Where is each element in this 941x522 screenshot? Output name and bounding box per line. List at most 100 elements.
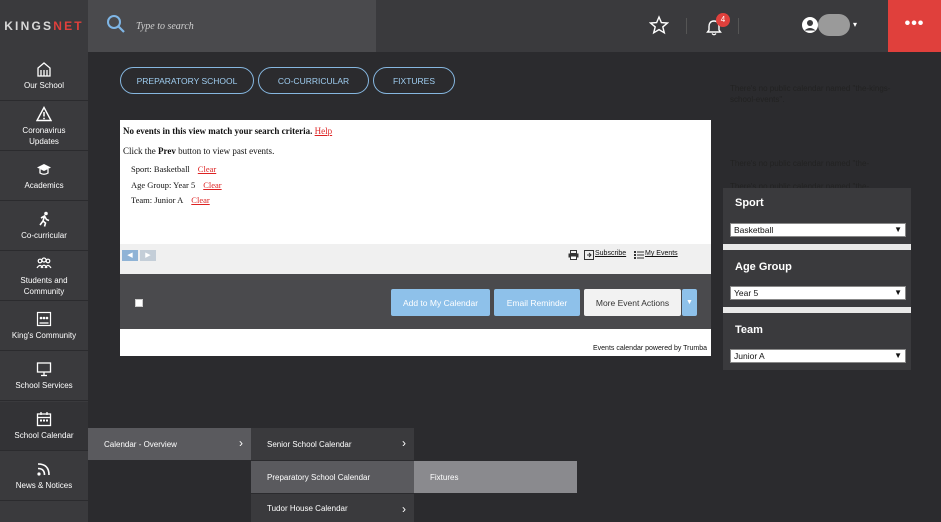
filter-text: Team: Junior A [131, 195, 184, 205]
menu-label: Calendar - Overview [104, 439, 177, 449]
chevron-right-icon: › [402, 436, 406, 450]
subscribe-icon[interactable] [584, 250, 594, 260]
prev-hint-part1: Click the [123, 146, 156, 156]
my-events-link[interactable]: My Events [645, 250, 678, 257]
print-icon[interactable] [568, 250, 579, 260]
menu-tudor-house-calendar[interactable]: Tudor House Calendar › [251, 494, 414, 522]
no-events-message: No events in this view match your search… [123, 126, 332, 136]
logo-accent-text: NET [53, 19, 84, 33]
active-filter-age-group: Age Group: Year 5 Clear [131, 180, 222, 190]
logo-main-text: KINGS [4, 19, 54, 33]
select-all-checkbox[interactable] [135, 299, 143, 307]
sidebar-item-label: News & Notices [15, 481, 73, 490]
event-action-bar: Add to My Calendar Email Reminder More E… [120, 274, 711, 329]
notifications-button[interactable]: 4 [704, 13, 730, 39]
search-box [88, 0, 376, 52]
chevron-down-icon: ▼ [894, 351, 902, 360]
clear-sport-link[interactable]: Clear [198, 164, 216, 174]
prev-hint: Click the Prev button to view past event… [123, 146, 274, 156]
tab-fixtures[interactable]: FIXTURES [373, 67, 455, 94]
calendar-missing-message-partial: There's no public calendar named "the- [730, 159, 870, 168]
menu-label: Preparatory School Calendar [267, 472, 371, 482]
subscribe-link[interactable]: Subscribe [595, 250, 626, 257]
sidebar-item-label: Students and Community [20, 275, 68, 296]
active-filter-team: Team: Junior A Clear [131, 195, 210, 205]
menu-senior-school-calendar[interactable]: Senior School Calendar › [251, 428, 414, 460]
kingsnet-logo[interactable]: KINGS NET [0, 0, 88, 52]
top-bar: KINGSNET 4 ▾ ••• [0, 0, 941, 52]
calendar-icon [36, 412, 52, 427]
school-icon [37, 62, 51, 77]
menu-label: Senior School Calendar [267, 439, 352, 449]
filter-panel: Sport Basketball ▼ Age Group Year 5 ▼ Te… [723, 188, 911, 370]
menu-calendar-overview[interactable]: Calendar - Overview › [88, 428, 251, 460]
toolbar-divider [686, 18, 687, 34]
sidebar-item-co-curricular[interactable]: Co-curricular [0, 202, 88, 251]
sidebar-item-news-notices[interactable]: News & Notices [0, 452, 88, 501]
more-menu-button[interactable]: ••• [888, 0, 941, 52]
next-arrow-button[interactable]: ▶ [140, 250, 156, 261]
warning-icon [36, 105, 52, 121]
menu-fixtures[interactable]: Fixtures [414, 461, 577, 493]
graduation-cap-icon [37, 164, 51, 175]
panel-divider [723, 244, 911, 250]
clear-age-group-link[interactable]: Clear [203, 180, 221, 190]
sidebar-item-label: School Calendar [14, 431, 74, 440]
star-icon[interactable] [649, 15, 669, 35]
notification-badge: 4 [716, 13, 730, 27]
active-filter-sport: Sport: Basketball Clear [131, 164, 216, 174]
sidebar: Our School Coronavirus Updates Academics… [0, 52, 88, 522]
sidebar-item-label: Our School [23, 81, 65, 90]
filter-text: Age Group: Year 5 [131, 180, 196, 190]
team-label: Team [735, 324, 763, 336]
panel-divider [723, 307, 911, 313]
email-reminder-button[interactable]: Email Reminder [494, 289, 580, 316]
tab-co-curricular[interactable]: CO-CURRICULAR [258, 67, 369, 94]
sidebar-item-label: School Services [15, 381, 73, 390]
menu-preparatory-school-calendar[interactable]: Preparatory School Calendar [251, 461, 414, 493]
chevron-down-icon[interactable]: ▾ [853, 20, 857, 29]
clear-team-link[interactable]: Clear [191, 195, 209, 205]
chevron-down-icon: ▼ [894, 288, 902, 297]
panel-clip [711, 340, 723, 358]
avatar[interactable] [818, 14, 850, 36]
sidebar-item-school-calendar[interactable]: School Calendar [0, 402, 88, 451]
user-icon[interactable] [801, 16, 819, 34]
sidebar-item-label: King's Community [11, 331, 77, 340]
team-select[interactable]: Junior A ▼ [730, 349, 906, 363]
toolbar-divider [738, 18, 739, 34]
sidebar-item-students-community[interactable]: Students and Community [0, 252, 88, 301]
rss-icon [37, 463, 50, 476]
sidebar-item-kings-community[interactable]: King's Community [0, 302, 88, 351]
age-group-select[interactable]: Year 5 ▼ [730, 286, 906, 300]
sidebar-item-school-services[interactable]: School Services [0, 352, 88, 401]
powered-by-text: Events calendar powered by Trumba [593, 345, 708, 352]
sidebar-item-coronavirus[interactable]: Coronavirus Updates [0, 102, 88, 151]
tab-preparatory-school[interactable]: PREPARATORY SCHOOL [120, 67, 254, 94]
help-link[interactable]: Help [315, 126, 333, 136]
chevron-down-icon[interactable]: ▼ [682, 289, 697, 316]
prev-hint-bold: Prev [158, 146, 176, 156]
team-select-value: Junior A [734, 351, 765, 361]
calendar-panel: No events in this view match your search… [120, 120, 711, 356]
age-group-select-value: Year 5 [734, 288, 759, 298]
calendar-missing-message: There's no public calendar named "the-ki… [730, 84, 891, 104]
list-icon[interactable] [634, 251, 644, 259]
search-input[interactable] [136, 17, 356, 35]
sport-select[interactable]: Basketball ▼ [730, 223, 906, 237]
add-to-calendar-button[interactable]: Add to My Calendar [391, 289, 490, 316]
chevron-down-icon: ▼ [894, 225, 902, 234]
no-events-text: No events in this view match your search… [123, 126, 313, 136]
sidebar-item-label: Academics [24, 181, 64, 190]
monitor-icon [36, 362, 52, 377]
menu-label: Tudor House Calendar [267, 503, 348, 513]
more-event-actions-button[interactable]: More Event Actions [584, 289, 681, 316]
runner-icon [39, 211, 50, 227]
sport-label: Sport [735, 197, 764, 209]
prev-arrow-button[interactable]: ◀ [122, 250, 138, 261]
community-icon [36, 311, 52, 327]
sidebar-item-our-school[interactable]: Our School [0, 52, 88, 101]
sidebar-item-academics[interactable]: Academics [0, 152, 88, 201]
sidebar-item-label: Coronavirus Updates [22, 125, 66, 146]
search-icon[interactable] [106, 14, 126, 34]
